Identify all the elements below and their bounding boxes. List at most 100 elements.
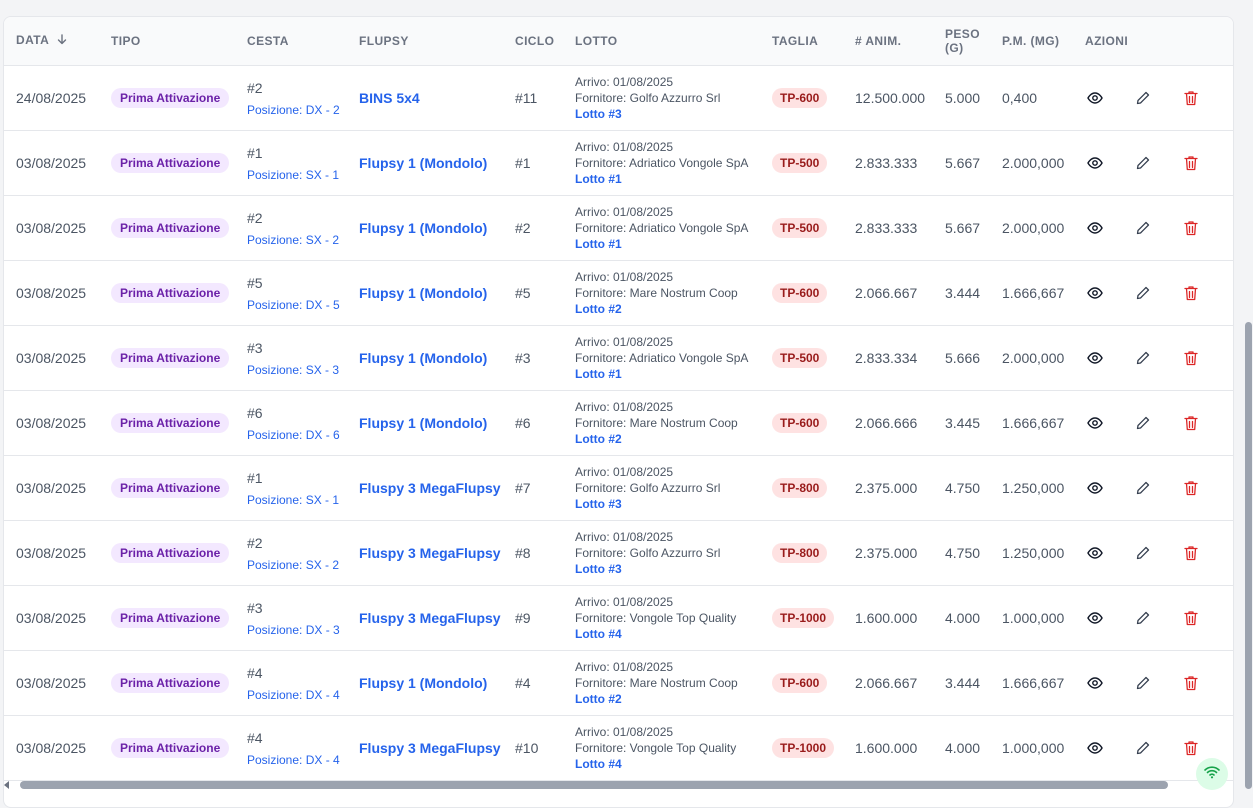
cell-taglia: TP-600 [760,650,843,715]
cell-ciclo: #5 [515,284,531,301]
flupsy-link[interactable]: Fluspy 3 MegaFlupsy [359,610,501,626]
lot-link[interactable]: Lotto #2 [575,691,760,707]
flupsy-link[interactable]: Fluspy 3 MegaFlupsy [359,740,501,756]
flupsy-link[interactable]: Flupsy 1 (Mondolo) [359,350,487,366]
scroll-left-arrow-icon[interactable] [4,781,9,789]
header-ciclo[interactable]: CICLO [503,17,563,65]
lot-link[interactable]: Lotto #3 [575,496,760,512]
lot-link[interactable]: Lotto #4 [575,626,760,642]
lot-arrival: Arrivo: 01/08/2025 [575,594,674,609]
size-badge: TP-500 [772,217,828,238]
trash-icon[interactable] [1181,218,1201,238]
cell-tipo: Prima Attivazione [99,130,235,195]
trash-icon[interactable] [1181,608,1201,628]
eye-icon[interactable] [1085,543,1105,563]
eye-icon[interactable] [1085,218,1105,238]
arrow-down-icon[interactable] [57,34,67,48]
cell-ciclo: #3 [515,349,531,366]
cell-peso: 5.000 [945,89,981,106]
cell-taglia: TP-800 [760,520,843,585]
trash-icon[interactable] [1181,738,1201,758]
cell-pm: 1.666,667 [1002,674,1065,691]
row-actions [1085,478,1233,498]
eye-icon[interactable] [1085,413,1105,433]
flupsy-link[interactable]: BINS 5x4 [359,90,420,106]
cell-lotto: Arrivo: 01/08/2025 Fornitore: Vongole Top… [563,585,760,650]
trash-icon[interactable] [1181,283,1201,303]
header-pm[interactable]: P.M. (MG) [990,17,1073,65]
cell-tipo: Prima Attivazione [99,325,235,390]
header-cesta[interactable]: CESTA [235,17,347,65]
vertical-scrollbar[interactable] [1245,322,1252,789]
cell-tipo: Prima Attivazione [99,715,235,780]
lot-link[interactable]: Lotto #1 [575,236,760,252]
basket-number: #5 [247,274,263,291]
trash-icon[interactable] [1181,673,1201,693]
pencil-icon[interactable] [1133,413,1153,433]
cell-ciclo: #6 [515,414,531,431]
lot-link[interactable]: Lotto #1 [575,171,760,187]
pencil-icon[interactable] [1133,738,1153,758]
eye-icon[interactable] [1085,348,1105,368]
size-badge: TP-600 [772,282,828,303]
pencil-icon[interactable] [1133,543,1153,563]
pencil-icon[interactable] [1133,608,1153,628]
header-tipo[interactable]: TIPO [99,17,235,65]
pencil-icon[interactable] [1133,478,1153,498]
header-peso[interactable]: PESO (G) [933,17,990,65]
pencil-icon[interactable] [1133,88,1153,108]
eye-icon[interactable] [1085,738,1105,758]
eye-icon[interactable] [1085,153,1105,173]
lot-link[interactable]: Lotto #4 [575,756,760,772]
eye-icon[interactable] [1085,608,1105,628]
flupsy-link[interactable]: Flupsy 1 (Mondolo) [359,285,487,301]
cell-cesta: #3 Posizione: DX - 3 [235,585,347,650]
header-flupsy[interactable]: FLUPSY [347,17,503,65]
size-badge: TP-600 [772,412,828,433]
pencil-icon[interactable] [1133,283,1153,303]
lot-link[interactable]: Lotto #2 [575,431,760,447]
flupsy-link[interactable]: Fluspy 3 MegaFlupsy [359,545,501,561]
lot-supplier: Fornitore: Adriatico Vongole SpA [575,155,749,170]
header-data[interactable]: DATA [4,17,99,65]
size-badge: TP-600 [772,87,828,108]
lot-supplier: Fornitore: Mare Nostrum Coop [575,415,738,430]
table-row: 03/08/2025 Prima Attivazione #2 Posizione: … [4,520,1233,585]
cell-taglia: TP-500 [760,130,843,195]
cell-tipo: Prima Attivazione [99,585,235,650]
header-lotto[interactable]: LOTTO [563,17,760,65]
pencil-icon[interactable] [1133,348,1153,368]
header-animali[interactable]: # ANIM. [843,17,933,65]
cell-tipo: Prima Attivazione [99,650,235,715]
flupsy-link[interactable]: Flupsy 1 (Mondolo) [359,675,487,691]
cell-pm: 2.000,000 [1002,349,1065,366]
lot-link[interactable]: Lotto #3 [575,106,760,122]
flupsy-link[interactable]: Flupsy 1 (Mondolo) [359,415,487,431]
pencil-icon[interactable] [1133,153,1153,173]
trash-icon[interactable] [1181,88,1201,108]
eye-icon[interactable] [1085,283,1105,303]
connection-status-button[interactable] [1196,758,1228,790]
eye-icon[interactable] [1085,88,1105,108]
eye-icon[interactable] [1085,673,1105,693]
trash-icon[interactable] [1181,478,1201,498]
flupsy-link[interactable]: Fluspy 3 MegaFlupsy [359,480,501,496]
lot-link[interactable]: Lotto #3 [575,561,760,577]
row-actions [1085,348,1233,368]
eye-icon[interactable] [1085,478,1105,498]
cell-data: 03/08/2025 [16,739,87,756]
trash-icon[interactable] [1181,348,1201,368]
cell-azioni [1073,455,1233,520]
trash-icon[interactable] [1181,413,1201,433]
flupsy-link[interactable]: Flupsy 1 (Mondolo) [359,155,487,171]
lot-link[interactable]: Lotto #2 [575,301,760,317]
trash-icon[interactable] [1181,153,1201,173]
header-taglia[interactable]: TAGLIA [760,17,843,65]
pencil-icon[interactable] [1133,218,1153,238]
horizontal-scrollbar[interactable] [20,781,1168,789]
lot-arrival: Arrivo: 01/08/2025 [575,139,674,154]
flupsy-link[interactable]: Flupsy 1 (Mondolo) [359,220,487,236]
trash-icon[interactable] [1181,543,1201,563]
pencil-icon[interactable] [1133,673,1153,693]
lot-link[interactable]: Lotto #1 [575,366,760,382]
